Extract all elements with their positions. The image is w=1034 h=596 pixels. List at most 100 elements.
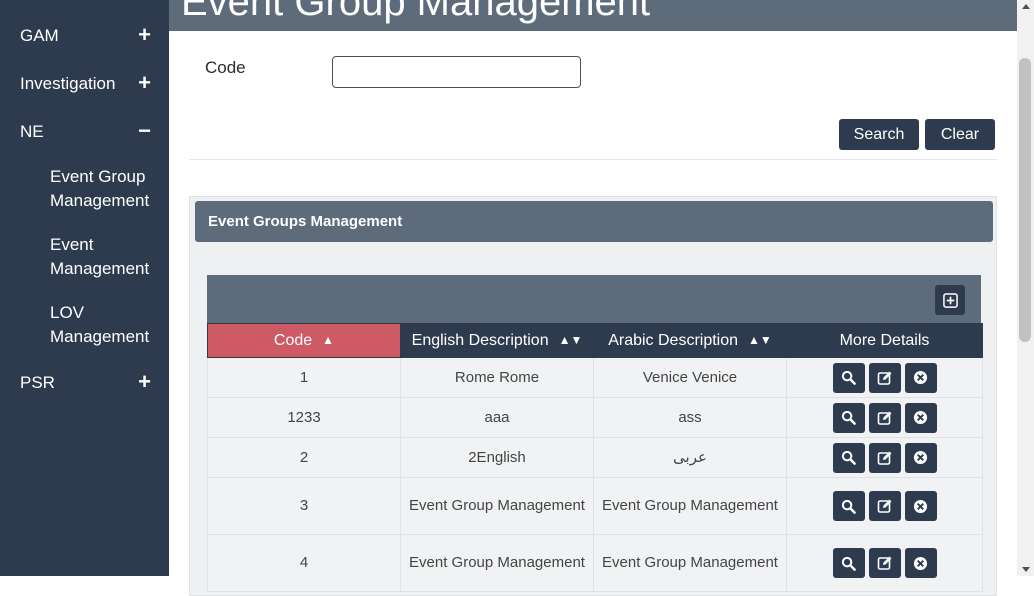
plus-icon[interactable]: +: [138, 370, 151, 394]
cell-english-description: Event Group Management: [400, 534, 594, 592]
cell-arabic-description: Event Group Management: [593, 534, 787, 592]
cell-code: 3: [207, 477, 401, 535]
table-row: 2 2English عربى: [207, 437, 983, 478]
cell-actions: [786, 534, 983, 592]
search-icon: [841, 370, 856, 385]
sort-ascending-icon: ▲: [322, 333, 335, 348]
cell-arabic-description: Venice Venice: [593, 357, 787, 398]
edit-icon: [877, 451, 891, 465]
cell-english-description: Event Group Management: [400, 477, 594, 535]
panel-title: Event Groups Management: [208, 213, 403, 230]
results-panel: Event Groups Management Code ▲ English De…: [189, 196, 997, 596]
delete-button[interactable]: [904, 491, 937, 521]
close-circle-icon: [913, 410, 928, 425]
table-row: 1233 aaa ass: [207, 397, 983, 438]
cell-english-description: aaa: [400, 397, 594, 438]
edit-button[interactable]: [868, 548, 901, 578]
sidebar: GAM + Investigation + NE − Event Group M…: [0, 0, 169, 576]
delete-button[interactable]: [904, 402, 937, 433]
edit-icon: [877, 371, 891, 385]
plus-icon[interactable]: +: [138, 23, 151, 47]
sidebar-item-label: NE: [20, 122, 44, 141]
view-button[interactable]: [832, 442, 865, 473]
sidebar-item-psr[interactable]: PSR +: [20, 370, 155, 395]
delete-button[interactable]: [904, 548, 937, 578]
cell-actions: [786, 397, 983, 438]
edit-icon: [877, 411, 891, 425]
scroll-up-icon[interactable]: [1022, 4, 1030, 9]
page-header: Event Group Management: [169, 0, 1017, 31]
cell-code: 2: [207, 437, 401, 478]
column-label: More Details: [839, 331, 930, 349]
edit-icon: [877, 499, 891, 513]
sidebar-item-gam[interactable]: GAM +: [20, 23, 155, 48]
cell-code: 4: [207, 534, 401, 592]
sidebar-subitem-event-group-management[interactable]: Event Group Management: [50, 165, 162, 213]
cell-english-description: 2English: [400, 437, 594, 478]
view-button[interactable]: [832, 362, 865, 393]
column-header-arabic-description[interactable]: Arabic Description ▲▼: [593, 323, 787, 358]
cell-code: 1233: [207, 397, 401, 438]
column-header-english-description[interactable]: English Description ▲▼: [400, 323, 594, 358]
delete-button[interactable]: [904, 442, 937, 473]
sort-icon: ▲▼: [748, 333, 772, 348]
column-label: English Description: [411, 331, 549, 349]
edit-button[interactable]: [868, 362, 901, 393]
sidebar-item-label: PSR: [20, 373, 55, 392]
plus-icon[interactable]: +: [138, 71, 151, 95]
sidebar-subitem-event-management[interactable]: Event Management: [50, 233, 162, 281]
sidebar-item-ne[interactable]: NE −: [20, 119, 155, 144]
close-circle-icon: [913, 499, 928, 513]
cell-arabic-description: عربى: [593, 437, 787, 478]
code-input[interactable]: [332, 56, 581, 88]
scrollbar-thumb[interactable]: [1019, 58, 1031, 342]
column-label: Code: [273, 331, 313, 349]
minus-icon[interactable]: −: [138, 119, 151, 143]
cell-english-description: Rome Rome: [400, 357, 594, 398]
cell-arabic-description: Event Group Management: [593, 477, 787, 535]
table-row: 4 Event Group Management Event Group Manag…: [207, 534, 983, 592]
cell-actions: [786, 477, 983, 535]
table-header-row: Code ▲ English Description ▲▼ Arabic Descr…: [207, 323, 983, 358]
table-toolbar: [207, 275, 981, 323]
table-row: 3 Event Group Management Event Group Manag…: [207, 477, 983, 535]
cell-actions: [786, 357, 983, 398]
page-title: Event Group Management: [181, 0, 651, 24]
sidebar-subitem-lov-management[interactable]: LOV Management: [50, 301, 162, 349]
scrollbar[interactable]: [1017, 0, 1034, 576]
view-button[interactable]: [832, 548, 865, 578]
table-row: 1 Rome Rome Venice Venice: [207, 357, 983, 398]
search-icon: [841, 450, 856, 465]
delete-button[interactable]: [904, 362, 937, 393]
main-content: Event Group Management Code Search Clear…: [169, 0, 1017, 596]
code-label: Code: [205, 58, 246, 77]
sort-icon: ▲▼: [558, 333, 583, 348]
close-circle-icon: [913, 370, 928, 385]
sidebar-item-investigation[interactable]: Investigation +: [20, 71, 155, 96]
edit-icon: [877, 556, 891, 570]
column-label: Arabic Description: [608, 331, 739, 349]
event-groups-table: Code ▲ English Description ▲▼ Arabic Descr…: [207, 323, 983, 592]
close-circle-icon: [913, 450, 928, 465]
edit-button[interactable]: [868, 491, 901, 521]
clear-button[interactable]: Clear: [925, 119, 995, 150]
add-button[interactable]: [935, 285, 965, 315]
divider: [189, 159, 997, 160]
cell-actions: [786, 437, 983, 478]
sidebar-item-label: GAM: [20, 26, 59, 45]
view-button[interactable]: [832, 402, 865, 433]
edit-button[interactable]: [868, 442, 901, 473]
search-icon: [841, 556, 856, 571]
close-circle-icon: [913, 556, 928, 570]
search-button[interactable]: Search: [839, 119, 919, 150]
plus-square-icon: [942, 293, 958, 308]
edit-button[interactable]: [868, 402, 901, 433]
sidebar-item-label: Investigation: [20, 74, 116, 93]
view-button[interactable]: [832, 491, 865, 521]
search-icon: [841, 499, 856, 514]
panel-header: Event Groups Management: [195, 201, 993, 242]
column-header-code[interactable]: Code ▲: [207, 323, 401, 358]
cell-code: 1: [207, 357, 401, 398]
search-icon: [841, 410, 856, 425]
scroll-down-icon[interactable]: [1022, 567, 1030, 572]
